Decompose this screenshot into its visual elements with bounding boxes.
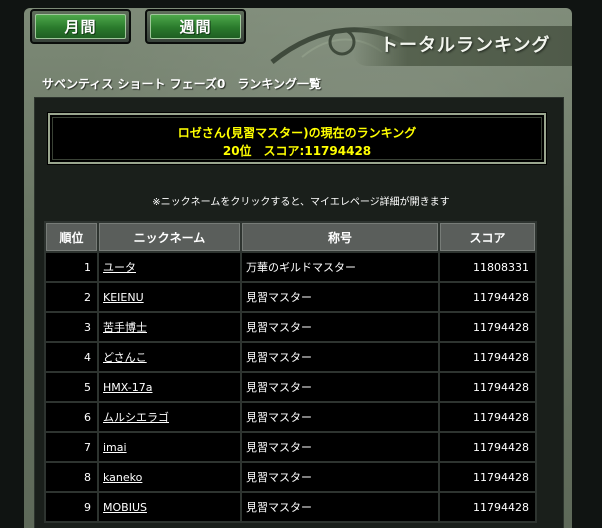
row-nickname-cell: ムルシエラゴ	[99, 403, 240, 431]
row-score: 11794428	[440, 493, 535, 521]
row-score: 11808331	[440, 253, 535, 281]
row-nickname-cell: KEIENU	[99, 283, 240, 311]
nickname-link[interactable]: MOBIUS	[103, 501, 147, 514]
tab-weekly-label: 週間	[150, 14, 241, 39]
row-nickname-cell: どさんこ	[99, 343, 240, 371]
row-rank: 5	[46, 373, 97, 401]
row-nickname-cell: MOBIUS	[99, 493, 240, 521]
row-title: 見習マスター	[242, 433, 438, 461]
row-nickname-cell: 苦手博士	[99, 313, 240, 341]
nickname-link[interactable]: 苦手博士	[103, 321, 147, 334]
row-rank: 9	[46, 493, 97, 521]
row-score: 11794428	[440, 463, 535, 491]
ranking-page: トータルランキング 月間 週間 サベンティス ショート フェーズ0 ランキング一…	[0, 0, 602, 528]
row-title: 見習マスター	[242, 373, 438, 401]
my-rank-box: ロゼさん(見習マスター)の現在のランキング 20位 スコア:11794428	[47, 112, 547, 165]
row-score: 11794428	[440, 373, 535, 401]
table-row: 4 どさんこ 見習マスター 11794428	[46, 343, 535, 371]
nickname-link[interactable]: imai	[103, 441, 127, 454]
table-row: 6 ムルシエラゴ 見習マスター 11794428	[46, 403, 535, 431]
row-score: 11794428	[440, 283, 535, 311]
ranking-subtitle: サベンティス ショート フェーズ0 ランキング一覧	[42, 77, 322, 91]
row-title: 見習マスター	[242, 283, 438, 311]
row-title: 見習マスター	[242, 343, 438, 371]
header-score: スコア	[440, 223, 535, 251]
row-rank: 4	[46, 343, 97, 371]
row-score: 11794428	[440, 313, 535, 341]
my-rank-score: 20位 スコア:11794428	[222, 144, 372, 158]
row-rank: 6	[46, 403, 97, 431]
row-title: 見習マスター	[242, 493, 438, 521]
nickname-link[interactable]: KEIENU	[103, 291, 144, 304]
table-row: 3 苦手博士 見習マスター 11794428	[46, 313, 535, 341]
table-row: 9 MOBIUS 見習マスター 11794428	[46, 493, 535, 521]
row-rank: 8	[46, 463, 97, 491]
table-row: 7 imai 見習マスター 11794428	[46, 433, 535, 461]
row-rank: 3	[46, 313, 97, 341]
nickname-link[interactable]: どさんこ	[103, 351, 147, 364]
page-title: トータルランキング	[380, 35, 551, 56]
row-nickname-cell: kaneko	[99, 463, 240, 491]
my-rank-heading: ロゼさん(見習マスター)の現在のランキング	[177, 126, 417, 140]
row-score: 11794428	[440, 433, 535, 461]
nickname-click-note: ※ニックネームをクリックすると、マイエレページ詳細が開きます	[152, 197, 450, 208]
tab-monthly[interactable]: 月間	[30, 9, 131, 44]
row-score: 11794428	[440, 343, 535, 371]
table-row: 8 kaneko 見習マスター 11794428	[46, 463, 535, 491]
row-title: 見習マスター	[242, 463, 438, 491]
header-title: 称号	[242, 223, 438, 251]
table-row: 5 HMX-17a 見習マスター 11794428	[46, 373, 535, 401]
ranking-table: 順位 ニックネーム 称号 スコア 1 ユータ 万華のギルドマスター 118083…	[44, 221, 537, 523]
row-score: 11794428	[440, 403, 535, 431]
header-nickname: ニックネーム	[99, 223, 240, 251]
row-title: 見習マスター	[242, 403, 438, 431]
row-title: 万華のギルドマスター	[242, 253, 438, 281]
row-rank: 1	[46, 253, 97, 281]
row-nickname-cell: ユータ	[99, 253, 240, 281]
row-nickname-cell: imai	[99, 433, 240, 461]
row-title: 見習マスター	[242, 313, 438, 341]
tab-weekly[interactable]: 週間	[145, 9, 246, 44]
nickname-link[interactable]: kaneko	[103, 471, 142, 484]
table-header-row: 順位 ニックネーム 称号 スコア	[46, 223, 535, 251]
row-nickname-cell: HMX-17a	[99, 373, 240, 401]
nickname-link[interactable]: ムルシエラゴ	[103, 411, 169, 424]
table-row: 2 KEIENU 見習マスター 11794428	[46, 283, 535, 311]
nickname-link[interactable]: HMX-17a	[103, 381, 152, 394]
tab-monthly-label: 月間	[35, 14, 126, 39]
header-rank: 順位	[46, 223, 97, 251]
table-row: 1 ユータ 万華のギルドマスター 11808331	[46, 253, 535, 281]
nickname-link[interactable]: ユータ	[103, 261, 136, 274]
row-rank: 2	[46, 283, 97, 311]
row-rank: 7	[46, 433, 97, 461]
